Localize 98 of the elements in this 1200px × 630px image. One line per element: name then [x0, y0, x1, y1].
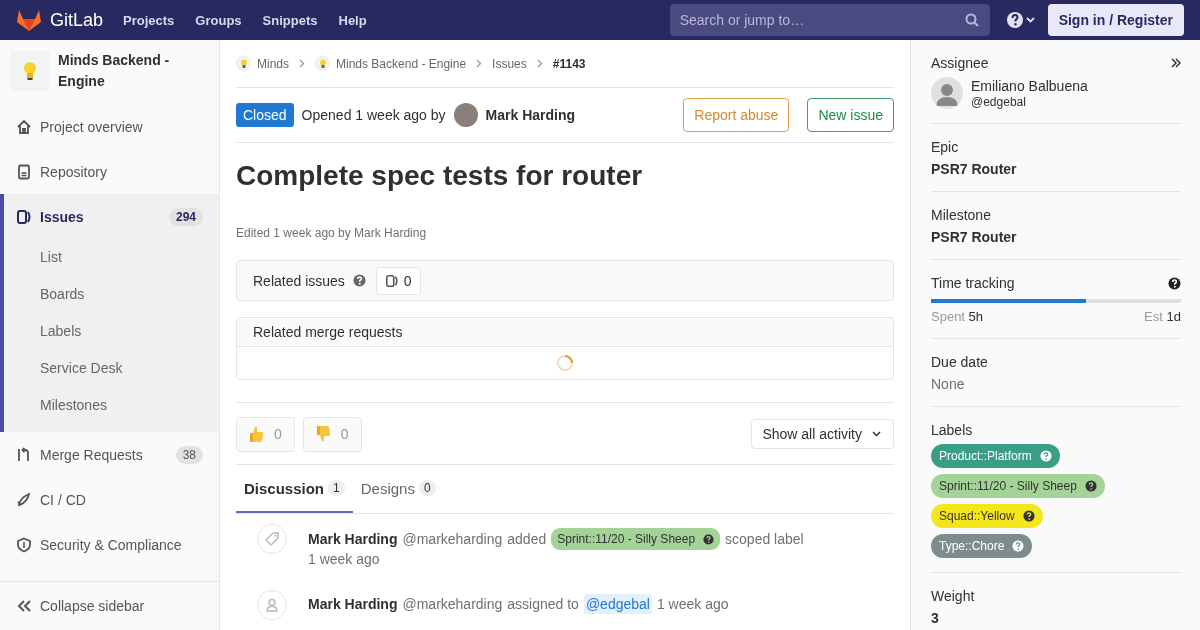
issue-title: Complete spec tests for router	[236, 159, 644, 193]
help-icon	[703, 533, 715, 545]
opened-text: Opened 1 week ago by	[301, 107, 446, 123]
note-author[interactable]: Mark Harding	[308, 594, 398, 614]
sign-in-button[interactable]: Sign in / Register	[1047, 4, 1184, 36]
user-icon	[265, 598, 279, 612]
section-heading: Epic	[931, 139, 960, 155]
rocket-icon	[16, 491, 32, 508]
issues-icon	[384, 273, 399, 288]
house-icon	[16, 118, 32, 135]
breadcrumb-link[interactable]: #1143	[552, 56, 586, 71]
double-chevron-left-icon	[16, 599, 32, 613]
sidebar-subitem[interactable]: Milestones	[4, 387, 219, 424]
nav-link[interactable]: Snippets	[262, 12, 318, 28]
avatar[interactable]	[453, 103, 478, 127]
count-text: 0	[403, 272, 412, 289]
note-username: @markeharding	[402, 595, 503, 614]
note-action: scoped label	[725, 530, 804, 549]
merge-request-icon	[16, 446, 32, 463]
tag-icon	[265, 532, 279, 546]
help-icon	[1012, 540, 1025, 552]
time-estimate: Est 1d	[1144, 309, 1181, 324]
double-chevron-right-icon[interactable]	[1171, 58, 1181, 68]
sidebar-item[interactable]: Repository	[4, 149, 219, 194]
scoped-label[interactable]: Sprint::11/20 - Silly Sheep	[551, 528, 721, 550]
scoped-label[interactable]: Sprint::11/20 - Silly Sheep	[931, 474, 1105, 498]
help-menu-button[interactable]	[1005, 11, 1038, 29]
weight-value: 3	[931, 610, 940, 626]
search-field[interactable]: Search or jump to…	[669, 4, 990, 36]
time-spent: Spent 5h	[931, 309, 984, 324]
chevron-right-icon	[536, 59, 543, 68]
count-badge: 294	[168, 207, 203, 226]
milestone-link[interactable]: PSR7 Router	[931, 229, 1181, 245]
edited-note: Edited 1 week ago by Mark Harding	[236, 226, 428, 240]
nav-link[interactable]: Help	[338, 12, 367, 28]
sidebar-item[interactable]: CI / CD	[4, 477, 219, 522]
sidebar-item[interactable]: Merge Requests 38	[4, 432, 219, 477]
note-author[interactable]: Mark Harding	[308, 529, 398, 549]
epic-link[interactable]: PSR7 Router	[931, 161, 1181, 177]
section-heading: Due date	[931, 354, 989, 370]
chevron-right-icon	[299, 59, 305, 68]
scoped-label[interactable]: Squad::Yellow	[931, 504, 1043, 528]
project-name[interactable]: Minds Backend - Engine	[58, 50, 209, 92]
issues-icon	[16, 208, 32, 225]
sidebar-item[interactable]: Issues 294	[4, 194, 219, 239]
sidebar-item[interactable]: Project overview	[4, 104, 219, 149]
chevron-right-icon	[476, 59, 483, 68]
panel-title: Related merge requests	[253, 324, 403, 340]
sidebar-subitem[interactable]: List	[4, 239, 219, 276]
action-button[interactable]: New issue	[807, 98, 894, 132]
assignee-name[interactable]: Emiliano Balbuena	[971, 77, 1088, 94]
section-heading: Milestone	[931, 207, 992, 223]
help-icon	[1022, 510, 1035, 522]
thumbs-down-icon	[315, 425, 332, 443]
search-icon	[964, 13, 979, 27]
status-badge: Closed	[236, 103, 294, 127]
nav-link[interactable]: Groups	[195, 12, 242, 28]
help-icon[interactable]	[1168, 276, 1181, 290]
help-icon	[1039, 450, 1052, 462]
activity-filter-dropdown[interactable]: Show all activity	[751, 419, 894, 449]
sidebar-subitem[interactable]: Boards	[4, 276, 219, 313]
note-username: @markeharding	[402, 530, 503, 549]
section-heading: Labels	[931, 422, 974, 438]
count-badge: 38	[175, 445, 203, 464]
avatar[interactable]	[931, 77, 963, 109]
note-time: 1 week ago	[656, 595, 729, 614]
sidebar-item[interactable]: Security & Compliance	[4, 522, 219, 567]
section-heading: Time tracking	[931, 275, 1015, 291]
collapse-sidebar-button[interactable]: Collapse sidebar	[0, 581, 219, 630]
section-heading: Assignee	[931, 55, 989, 71]
note-action: assigned to	[507, 595, 579, 614]
brand-name[interactable]: GitLab	[50, 9, 104, 31]
user-mention-link[interactable]: @edgebal	[583, 594, 652, 614]
shield-icon	[16, 536, 32, 553]
count-badge: 0	[418, 480, 436, 496]
tab[interactable]: Discussion 1	[236, 465, 353, 513]
nav-link[interactable]: Projects	[123, 12, 175, 28]
due-date-value: None	[931, 376, 966, 392]
count-badge: 1	[328, 480, 345, 496]
fox-logo-icon[interactable]	[16, 8, 42, 32]
assignee-username: @edgebal	[971, 94, 1027, 109]
panel-title: Related issues	[253, 272, 345, 289]
help-icon	[1084, 480, 1097, 492]
thumbs-up-icon	[249, 425, 265, 443]
sidebar-subitem[interactable]: Service Desk	[4, 350, 219, 387]
document-icon	[16, 163, 32, 180]
tab[interactable]: Designs 0	[352, 465, 444, 513]
breadcrumb-link[interactable]: Issues	[492, 56, 527, 71]
lightbulb-icon	[236, 56, 251, 71]
breadcrumb-link[interactable]: Minds Backend - Engine	[336, 56, 467, 71]
section-heading: Weight	[931, 588, 976, 604]
lightbulb-icon	[315, 56, 330, 71]
author-link[interactable]: Mark Harding	[485, 107, 576, 123]
note-time: 1 week ago	[308, 551, 381, 567]
note-action: added	[507, 530, 547, 549]
chevron-down-icon	[872, 431, 881, 437]
sidebar-subitem[interactable]: Labels	[4, 313, 219, 350]
breadcrumb-link[interactable]: Minds	[257, 56, 289, 71]
